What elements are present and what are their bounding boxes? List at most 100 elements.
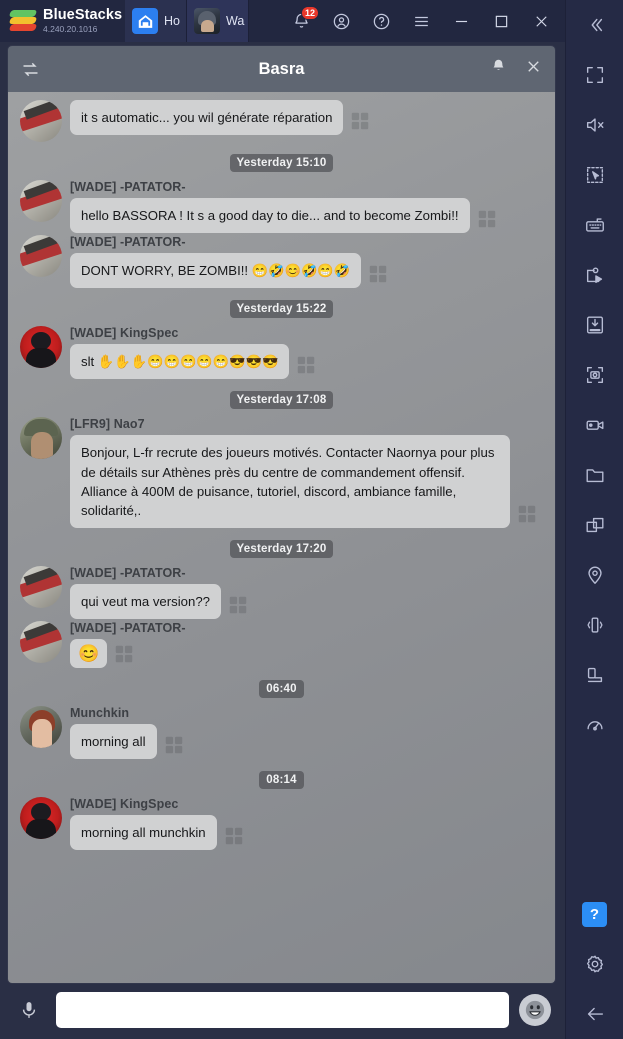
message-body: it s automatic... you wil générate répar… (70, 100, 543, 142)
message-input[interactable] (56, 992, 509, 1028)
copy-message-icon[interactable] (349, 110, 371, 132)
message-bubble[interactable]: morning all (70, 724, 157, 760)
avatar[interactable] (20, 180, 62, 222)
message-row: [WADE] KingSpec morning all munchkin (8, 797, 555, 851)
version-label: 4.240.20.1016 (43, 23, 98, 34)
message-list[interactable]: it s automatic... you wil générate répar… (8, 92, 555, 983)
message-bubble[interactable]: 😊 (70, 639, 108, 669)
message-author[interactable]: [LFR9] Nao7 (70, 417, 543, 431)
message-bubble[interactable]: DONT WORRY, BE ZOMBI!! 😁🤣😊🤣😁🤣 (70, 253, 362, 289)
back-button[interactable] (566, 989, 623, 1039)
copy-message-icon[interactable] (113, 643, 135, 665)
account-button[interactable] (321, 0, 361, 42)
game-thumbnail (194, 8, 220, 34)
copy-message-icon[interactable] (516, 503, 538, 525)
macro-recorder-button[interactable] (566, 250, 623, 300)
close-button[interactable] (521, 0, 561, 42)
message-body: [WADE] KingSpec slt ✋✋✋😁😁😁😁😁😎😎😎 (70, 326, 543, 380)
message-body: [WADE] -PATATOR- DONT WORRY, BE ZOMBI!! 😁… (70, 235, 543, 289)
avatar[interactable] (20, 326, 62, 369)
avatar[interactable] (20, 235, 62, 278)
avatar[interactable] (20, 565, 62, 608)
close-chat-icon[interactable] (524, 57, 543, 81)
timestamp-label: Yesterday 15:22 (229, 300, 334, 319)
timestamp-divider: 06:40 (8, 680, 555, 699)
mute-button[interactable] (566, 100, 623, 150)
switch-channel-icon[interactable] (20, 59, 46, 80)
avatar[interactable] (20, 797, 62, 840)
message-bubble[interactable]: morning all munchkin (70, 815, 217, 851)
help-button-side[interactable]: ? (566, 889, 623, 939)
timestamp-divider: Yesterday 17:08 (8, 391, 555, 410)
copy-message-icon[interactable] (223, 825, 245, 847)
fullscreen-button[interactable] (566, 50, 623, 100)
message-author[interactable]: [WADE] -PATATOR- (70, 621, 543, 635)
collapse-sidebar-button[interactable] (566, 0, 623, 50)
message-bubble[interactable]: it s automatic... you wil générate répar… (70, 100, 344, 136)
bluestacks-stack-icon (8, 8, 38, 34)
side-toolbar: ? (565, 0, 623, 1039)
copy-message-icon[interactable] (163, 734, 185, 756)
message-row: [WADE] -PATATOR- 😊 (8, 621, 555, 669)
copy-message-icon[interactable] (367, 263, 389, 285)
copy-message-icon[interactable] (227, 594, 249, 616)
avatar[interactable] (20, 417, 62, 460)
record-screen-button[interactable] (566, 400, 623, 450)
copy-message-icon[interactable] (295, 354, 317, 376)
notifications-button[interactable]: 12 (281, 0, 321, 42)
timestamp-label: 08:14 (259, 771, 304, 790)
timestamp-label: Yesterday 17:20 (229, 539, 334, 558)
bubble-row: hello BASSORA ! It s a good day to die..… (70, 198, 543, 234)
minimize-button[interactable] (441, 0, 481, 42)
avatar[interactable] (20, 100, 62, 142)
multi-select-button[interactable] (566, 150, 623, 200)
help-button[interactable] (361, 0, 401, 42)
microphone-icon[interactable] (12, 998, 46, 1022)
tab-game[interactable]: Wa (187, 0, 249, 42)
settings-button[interactable] (566, 939, 623, 989)
bluestacks-window: BlueStacks 4.240.20.1016 Ho Wa 12 Basra … (0, 0, 623, 1039)
copy-message-icon[interactable] (476, 208, 498, 230)
eco-mode-button[interactable] (566, 700, 623, 750)
message-bubble[interactable]: hello BASSORA ! It s a good day to die..… (70, 198, 470, 234)
message-author[interactable]: [WADE] -PATATOR- (70, 235, 543, 249)
message-author[interactable]: [WADE] KingSpec (70, 797, 543, 811)
tab-home-label: Ho (164, 14, 180, 28)
avatar[interactable] (20, 621, 62, 664)
multi-instance-button[interactable] (566, 500, 623, 550)
bubble-row: slt ✋✋✋😁😁😁😁😁😎😎😎 (70, 344, 543, 380)
message-bubble[interactable]: qui veut ma version?? (70, 583, 222, 620)
message-input-bar (8, 987, 555, 1033)
rotate-button[interactable] (566, 650, 623, 700)
message-body: [WADE] -PATATOR-hello BASSORA ! It s a g… (70, 180, 543, 234)
maximize-button[interactable] (481, 0, 521, 42)
message-bubble[interactable]: slt ✋✋✋😁😁😁😁😁😎😎😎 (70, 344, 290, 380)
media-manager-button[interactable] (566, 450, 623, 500)
bubble-row: qui veut ma version?? (70, 583, 543, 620)
timestamp-divider: Yesterday 15:10 (8, 154, 555, 172)
message-author[interactable]: Munchkin (70, 706, 543, 720)
screenshot-button[interactable] (566, 350, 623, 400)
message-author[interactable]: [WADE] -PATATOR- (70, 180, 543, 194)
message-row: [WADE] KingSpec slt ✋✋✋😁😁😁😁😁😎😎😎 (8, 326, 555, 380)
avatar[interactable] (20, 706, 62, 749)
menu-button[interactable] (401, 0, 441, 42)
message-author[interactable]: [WADE] -PATATOR- (70, 566, 543, 580)
bell-icon[interactable] (489, 57, 508, 81)
tab-home[interactable]: Ho (125, 0, 187, 42)
message-author[interactable]: [WADE] KingSpec (70, 326, 543, 340)
question-mark-icon: ? (582, 901, 607, 927)
chat-header: Basra (8, 46, 555, 92)
bubble-row: morning all (70, 724, 543, 760)
emoji-button[interactable] (519, 994, 551, 1026)
tab-strip: Ho Wa (125, 0, 249, 42)
message-row: [LFR9] Nao7 Bonjour, L-fr recrute des jou… (8, 417, 555, 528)
message-body: [WADE] KingSpec morning all munchkin (70, 797, 543, 851)
timestamp-divider: Yesterday 15:22 (8, 300, 555, 319)
message-bubble[interactable]: Bonjour, L-fr recrute des joueurs motivé… (70, 435, 510, 528)
keymapping-button[interactable] (566, 200, 623, 250)
tab-game-label: Wa (226, 14, 245, 28)
shake-button[interactable] (566, 600, 623, 650)
install-apk-button[interactable] (566, 300, 623, 350)
location-button[interactable] (566, 550, 623, 600)
